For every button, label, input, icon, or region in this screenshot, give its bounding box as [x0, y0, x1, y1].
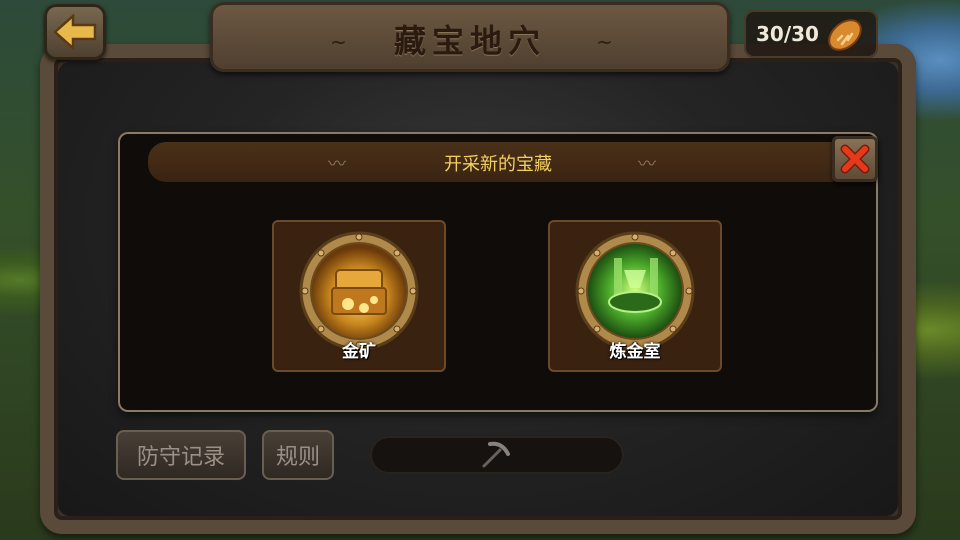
energy-counter: 30/30: [744, 10, 878, 58]
close-icon: [840, 144, 870, 174]
option-alchemy-room[interactable]: 炼金室: [548, 220, 722, 372]
title-swirl-right: ~: [596, 30, 613, 54]
back-arrow-icon: [53, 14, 97, 50]
rules-button[interactable]: 规则: [262, 430, 334, 480]
option-label: 炼金室: [609, 342, 661, 362]
gold-mine-icon: [299, 231, 419, 351]
option-label: 金矿: [342, 342, 376, 362]
pickaxe-bar: [370, 436, 624, 474]
defense-log-button[interactable]: 防守记录: [116, 430, 246, 480]
open-treasure-dialog: 〰 开采新的宝藏 〰 金矿 炼金室: [120, 134, 878, 410]
page-title: 藏宝地穴: [393, 22, 546, 60]
back-button[interactable]: [44, 4, 106, 60]
dialog-header: 〰 开采新的宝藏 〰: [148, 142, 848, 182]
energy-count: 30/30: [756, 22, 819, 46]
bread-icon: [828, 19, 862, 51]
pickaxe-icon: [482, 441, 510, 468]
alchemy-room-icon: [575, 231, 695, 351]
dialog-title: 开采新的宝藏: [444, 154, 552, 175]
header-swirl-right-icon: 〰: [638, 154, 656, 175]
option-gold-mine[interactable]: 金矿: [272, 220, 446, 372]
title-plaque: ~ 藏宝地穴 ~: [210, 2, 730, 72]
close-button[interactable]: [832, 136, 878, 182]
